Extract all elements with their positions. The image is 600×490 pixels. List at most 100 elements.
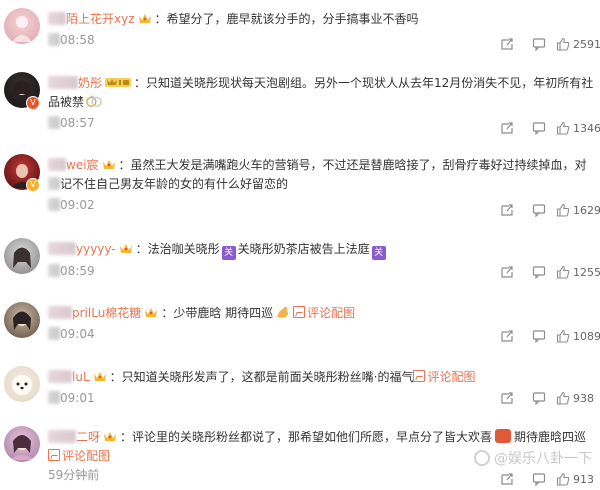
verified-badge: V [26, 178, 40, 192]
watermark: @娱乐八卦一下 [474, 448, 592, 468]
share-icon[interactable] [500, 203, 514, 217]
like-count: 1255 [573, 266, 600, 279]
comment-item: yyyyy- ：法治咖关晓彤关关晓彤奶茶店被告上法庭关 08:59 1255 [0, 232, 600, 290]
share-icon[interactable] [500, 329, 514, 343]
comment-text: 关晓彤奶茶店被告上法庭 [237, 242, 370, 256]
comment-text: ：只知道关晓彤现状每天泡剧组。另外一个现状人从去年12月份消失不见，年初所有社 [134, 76, 594, 90]
topic-tag-icon: 关 [371, 246, 386, 260]
commenter-name[interactable]: 陌上花开xyz [66, 12, 135, 26]
verified-badge: V [26, 96, 40, 110]
comment-text-line: 奶彤 ：只知道关晓彤现状每天泡剧组。另外一个现状人从去年12月份消失不见，年初所有… [48, 74, 594, 93]
comment-icon[interactable] [532, 472, 546, 486]
comment-text: ：法治咖关晓彤 [135, 242, 220, 256]
comment-item: V 奶彤 ：只知道关晓彤现状每天泡剧组。另外一个现状人从去年12月份消失不见，年初… [0, 62, 600, 138]
comment-text: ：虽然王大发是满嘴跑火车的营销号，不过还是替鹿晗接了，刮骨疗毒好过持续掉血，对 [118, 158, 587, 172]
blurred-name [48, 430, 76, 443]
image-icon [413, 370, 426, 382]
share-icon[interactable] [500, 391, 514, 405]
blurred-date [48, 391, 60, 404]
share-icon[interactable] [500, 265, 514, 279]
comment-icon[interactable] [532, 203, 546, 217]
blurred-date [48, 33, 60, 46]
share-icon[interactable] [500, 121, 514, 135]
comment-item: prilLu棉花糖 ：少带鹿晗 期待四巡 评论配图 09:04 1089 [0, 296, 600, 354]
comment-text-line: 记不住自己男友年龄的女的有什么好留恋的 [48, 175, 594, 194]
like-count: 1629 [573, 204, 600, 217]
commenter-name[interactable]: luL [72, 370, 90, 384]
comment-icon[interactable] [532, 121, 546, 135]
blurred-name [48, 76, 78, 89]
comment-image-link[interactable]: 评论配图 [48, 449, 110, 463]
blurred-date [48, 327, 60, 340]
blurred-date [48, 116, 60, 129]
comment-text: ：希望分了，鹿早就该分手的，分手搞事业不香吗 [154, 12, 419, 26]
blurred-name [48, 12, 66, 25]
comment-actions: 1629 [500, 203, 600, 219]
comment-icon[interactable] [532, 329, 546, 343]
crown-icon [102, 160, 115, 169]
share-icon[interactable] [500, 37, 514, 51]
red-envelope-emoji-icon [495, 429, 512, 443]
comment-time: 08:59 [60, 264, 95, 278]
commenter-name[interactable]: wei宸 [66, 158, 99, 172]
comment-text-line: 品被禁 [48, 93, 594, 112]
blurred-text [48, 177, 60, 190]
comment-item: luL ：只知道关晓彤发声了，这都是前面关晓彤粉丝嘴·的福气 评论配图 09:01 … [0, 360, 600, 420]
like-icon[interactable] [556, 391, 570, 405]
avatar[interactable] [4, 238, 40, 274]
like-icon[interactable] [556, 203, 570, 217]
vip-badge-icon [105, 78, 132, 87]
comment-text: ：少带鹿晗 期待四巡 [161, 306, 274, 320]
blurred-name [48, 306, 72, 319]
like-icon[interactable] [556, 121, 570, 135]
like-icon[interactable] [556, 265, 570, 279]
commenter-name[interactable]: yyyyy- [76, 242, 116, 256]
topic-tag-icon: 关 [221, 246, 236, 260]
comment-time: 08:58 [60, 33, 95, 47]
avatar[interactable] [4, 366, 40, 402]
image-icon [48, 449, 60, 461]
commenter-name[interactable]: 二呀 [76, 430, 100, 444]
avatar[interactable] [4, 8, 40, 44]
comment-actions: 913 [500, 472, 600, 488]
watermark-text: @娱乐八卦一下 [494, 451, 592, 467]
comment-icon[interactable] [532, 391, 546, 405]
comment-text: 期待鹿晗四巡 [514, 430, 587, 444]
comment-image-link[interactable]: 评论配图 [293, 306, 355, 320]
blurred-date [48, 264, 60, 277]
comment-actions: 2591 [500, 37, 600, 53]
comment-text-continued: 品被禁 [48, 95, 85, 109]
crown-icon [145, 308, 158, 317]
ring-emoji-icon [86, 95, 102, 108]
comment-item: 陌上花开xyz ：希望分了，鹿早就该分手的，分手搞事业不香吗 08:58 2591 [0, 0, 600, 62]
like-icon[interactable] [556, 37, 570, 51]
watermark-logo-icon [474, 450, 490, 466]
comment-icon[interactable] [532, 265, 546, 279]
crown-icon [138, 14, 151, 23]
crown-icon [93, 372, 106, 381]
crown-icon [104, 432, 117, 441]
avatar[interactable] [4, 426, 40, 462]
comment-text: ：评论里的关晓彤粉丝都说了，那希望如他们所愿，早点分了皆大欢喜 [120, 430, 493, 444]
share-icon[interactable] [500, 472, 514, 486]
like-icon[interactable] [556, 329, 570, 343]
comment-icon[interactable] [532, 37, 546, 51]
comment-time: 08:57 [60, 116, 95, 130]
like-count: 2591 [573, 38, 600, 51]
like-icon[interactable] [556, 472, 570, 486]
commenter-name[interactable]: 奶彤 [78, 76, 102, 90]
avatar[interactable] [4, 302, 40, 338]
comment-time: 09:01 [60, 391, 95, 405]
comment-text-line: yyyyy- ：法治咖关晓彤关关晓彤奶茶店被告上法庭关 [48, 240, 594, 260]
like-count: 1089 [573, 330, 600, 343]
comment-actions: 1346 [500, 121, 600, 137]
comment-image-link[interactable]: 评论配图 [413, 370, 475, 384]
comment-time: 59分钟前 [48, 468, 100, 482]
like-count: 938 [573, 392, 594, 405]
blurred-name [48, 158, 66, 171]
blurred-name [48, 242, 76, 255]
commenter-name[interactable]: prilLu棉花糖 [72, 306, 141, 320]
crown-icon [119, 244, 132, 253]
blurred-date [48, 198, 60, 211]
comment-item: V wei宸 ：虽然王大发是满嘴跑火车的营销号，不过还是替鹿晗接了，刮骨疗毒好过持… [0, 146, 600, 222]
